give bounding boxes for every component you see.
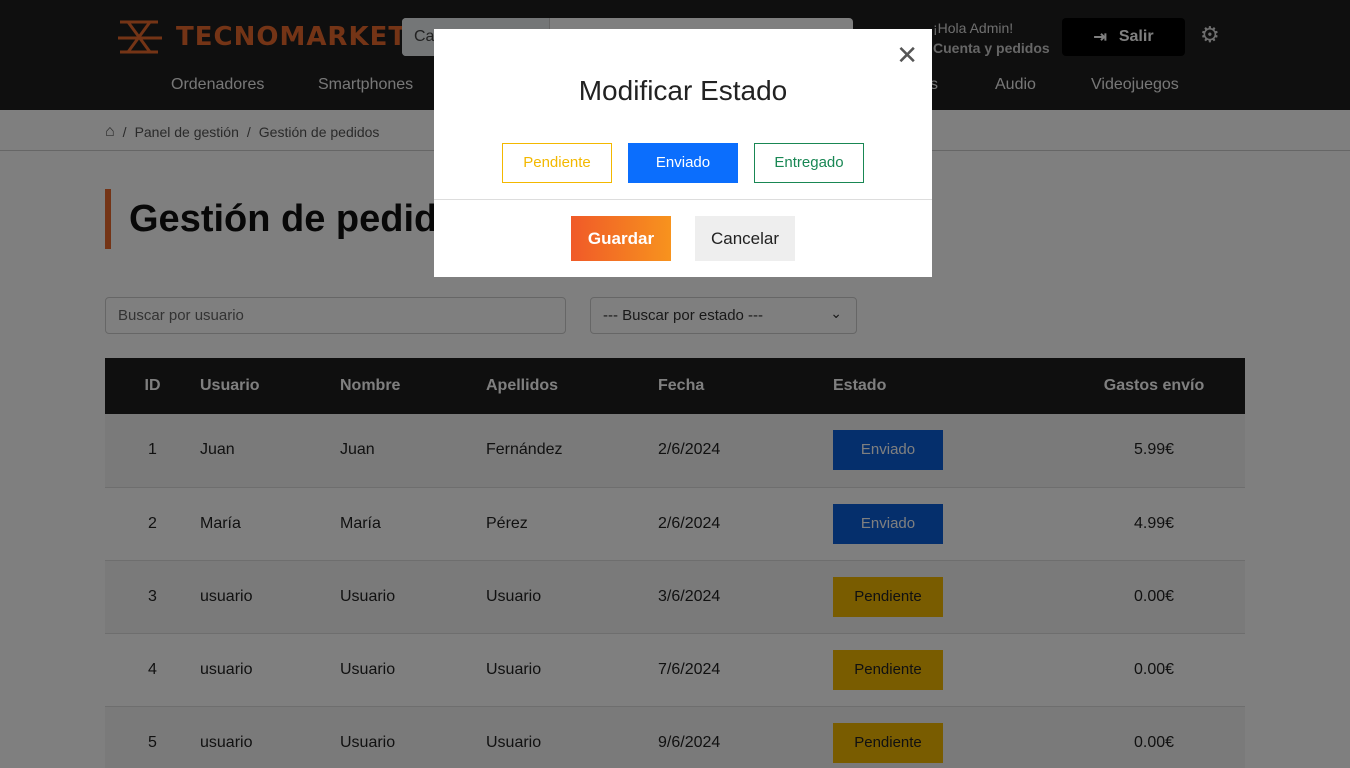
modify-state-modal: ✕ Modificar Estado Pendiente Enviado Ent… bbox=[434, 29, 932, 277]
state-option-enviado[interactable]: Enviado bbox=[628, 143, 738, 183]
save-button[interactable]: Guardar bbox=[571, 216, 671, 261]
state-option-entregado[interactable]: Entregado bbox=[754, 143, 864, 183]
close-icon[interactable]: ✕ bbox=[896, 41, 918, 69]
state-option-pendiente[interactable]: Pendiente bbox=[502, 143, 612, 183]
modal-divider bbox=[434, 199, 932, 200]
cancel-button[interactable]: Cancelar bbox=[695, 216, 795, 261]
modal-title: Modificar Estado bbox=[578, 75, 788, 106]
